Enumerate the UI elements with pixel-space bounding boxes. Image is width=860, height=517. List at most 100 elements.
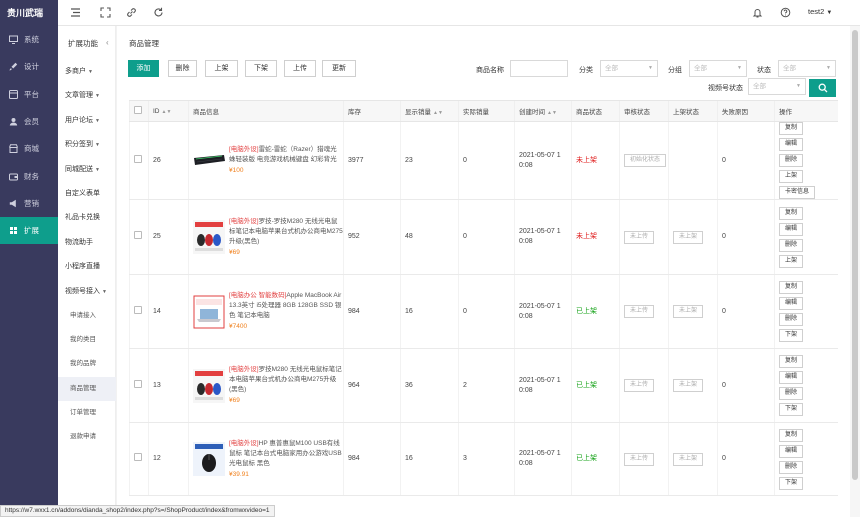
shelf-cell: 未上架 xyxy=(668,422,718,496)
row-action-button[interactable]: 删除 xyxy=(779,154,804,167)
off-shelf-button[interactable]: 下架 xyxy=(245,60,277,77)
row-action-button[interactable]: 编辑 xyxy=(779,371,804,384)
row-action-button[interactable]: 编辑 xyxy=(779,222,804,236)
row-action-button[interactable]: 复制 xyxy=(779,206,804,220)
status-cell: 已上架 xyxy=(571,422,620,496)
submenu-child-3[interactable]: 商品管理 xyxy=(58,376,116,401)
sort-icon[interactable]: ▲▼ xyxy=(433,110,443,116)
select-all-cell[interactable] xyxy=(129,100,149,122)
refresh-icon[interactable] xyxy=(153,7,164,18)
product-thumbnail[interactable] xyxy=(193,368,225,403)
header-actual-sales: 实际销量 xyxy=(458,100,515,122)
submenu-child-0[interactable]: 申请接入 xyxy=(58,304,116,328)
row-action-button[interactable]: 下架 xyxy=(779,476,804,490)
submenu-item-7[interactable]: 物流助手 xyxy=(58,231,116,255)
row-select-cell[interactable] xyxy=(129,121,149,200)
row-checkbox[interactable] xyxy=(134,379,142,388)
on-shelf-button[interactable]: 上架 xyxy=(205,60,238,77)
row-action-button[interactable]: 编辑 xyxy=(779,444,804,458)
sidebar-item-7[interactable]: 扩展 xyxy=(0,217,58,245)
add-button[interactable]: 添加 xyxy=(128,60,159,77)
header-created[interactable]: 创建时间 ▲▼ xyxy=(514,100,572,122)
submenu-child-4[interactable]: 订单管理 xyxy=(58,401,116,425)
sidebar-item-6[interactable]: 营销 xyxy=(0,190,58,217)
sidebar-item-3[interactable]: 会员 xyxy=(0,108,58,135)
fullscreen-icon[interactable] xyxy=(100,7,111,18)
upload-button[interactable]: 上传 xyxy=(284,60,316,77)
sidebar-item-5[interactable]: 财务 xyxy=(0,162,58,189)
submenu-header: 扩展功能 ‹ xyxy=(58,26,116,58)
product-thumbnail[interactable] xyxy=(193,220,225,254)
caret-down-icon: ▼ xyxy=(102,288,107,295)
extension-icon xyxy=(9,226,18,235)
menu-toggle-icon[interactable] xyxy=(70,7,81,18)
row-action-button[interactable]: 删除 xyxy=(779,387,804,400)
submenu-child-5[interactable]: 退款申请 xyxy=(58,425,116,449)
group-select[interactable]: 全部 ▼ xyxy=(689,60,747,77)
submenu-item-4[interactable]: 同城配送 ▼ xyxy=(58,158,116,182)
select-all-checkbox[interactable] xyxy=(134,106,142,114)
search-button[interactable] xyxy=(809,79,836,97)
row-action-button[interactable]: 编辑 xyxy=(779,297,804,310)
sort-icon[interactable]: ▲▼ xyxy=(547,110,557,116)
row-action-button[interactable]: 复制 xyxy=(779,355,804,368)
delete-button[interactable]: 删除 xyxy=(168,60,197,77)
header-id[interactable]: ID ▲▼ xyxy=(148,100,189,122)
row-action-button[interactable]: 下架 xyxy=(779,329,804,342)
audit-cell: 未上传 xyxy=(619,274,669,349)
category-select[interactable]: 全部 ▼ xyxy=(600,60,658,77)
row-checkbox[interactable] xyxy=(134,305,142,314)
row-checkbox[interactable] xyxy=(134,154,142,163)
submenu-item-3[interactable]: 积分签到 ▼ xyxy=(58,133,116,157)
sort-icon[interactable]: ▲▼ xyxy=(162,109,172,115)
row-action-button[interactable]: 编辑 xyxy=(779,138,804,151)
scrollbar-thumb[interactable] xyxy=(852,30,858,480)
row-checkbox[interactable] xyxy=(134,231,142,239)
row-select-cell[interactable] xyxy=(129,199,149,275)
row-action-button[interactable]: 下架 xyxy=(779,403,804,416)
link-icon[interactable] xyxy=(126,7,137,18)
submenu-child-2[interactable]: 我的品牌 xyxy=(58,352,116,376)
sidebar-item-4[interactable]: 商城 xyxy=(0,135,58,162)
row-select-cell[interactable] xyxy=(129,348,149,423)
collapse-chevron-icon[interactable]: ‹ xyxy=(106,38,109,47)
submenu-item-2[interactable]: 用户论坛 ▼ xyxy=(58,109,116,133)
bell-icon[interactable] xyxy=(752,7,763,18)
video-status-select[interactable]: 全部 ▼ xyxy=(748,78,806,95)
shelf-status-badge: 未上架 xyxy=(673,452,704,466)
product-thumbnail[interactable] xyxy=(193,143,225,178)
row-select-cell[interactable] xyxy=(129,274,149,349)
submenu-item-9[interactable]: 视频号接入 ▼ xyxy=(58,280,116,304)
goods-info: [电脑外设]罗技M280 无线光电鼠标笔记本电脑苹果台式机办公商电M275升级(… xyxy=(193,365,343,406)
update-button[interactable]: 更新 xyxy=(322,60,356,77)
row-select-cell[interactable] xyxy=(129,422,149,496)
row-action-button[interactable]: 上架 xyxy=(779,254,804,268)
sidebar-item-2[interactable]: 平台 xyxy=(0,81,58,108)
submenu-item-0[interactable]: 多商户 ▼ xyxy=(58,60,116,84)
submenu-item-label: 自定义表单 xyxy=(65,190,100,197)
submenu-item-6[interactable]: 礼品卡兑换 xyxy=(58,206,116,230)
submenu-item-8[interactable]: 小程序直播 xyxy=(58,255,116,279)
row-action-button[interactable]: 删除 xyxy=(779,460,804,474)
submenu-child-1[interactable]: 我的类目 xyxy=(58,328,116,352)
user-menu[interactable]: test2 ▼ xyxy=(808,7,832,16)
sidebar-item-0[interactable]: 系统 xyxy=(0,26,58,53)
product-thumbnail[interactable] xyxy=(193,442,225,476)
row-action-button[interactable]: 复制 xyxy=(779,281,804,294)
status-select[interactable]: 全部 ▼ xyxy=(778,60,836,77)
product-thumbnail[interactable] xyxy=(193,294,225,329)
row-action-button[interactable]: 删除 xyxy=(779,313,804,326)
submenu-item-1[interactable]: 文章管理 ▼ xyxy=(58,84,116,108)
row-checkbox[interactable] xyxy=(134,453,142,461)
row-action-button[interactable]: 上架 xyxy=(779,170,804,183)
submenu-item-5[interactable]: 自定义表单 xyxy=(58,182,116,206)
header-display-sales[interactable]: 显示销量 ▲▼ xyxy=(400,100,459,122)
row-action-button[interactable]: 复制 xyxy=(779,428,804,442)
row-action-button[interactable]: 卡密信息 xyxy=(779,186,816,199)
submenu-item-label: 文章管理 xyxy=(65,92,93,100)
help-icon[interactable] xyxy=(780,7,791,18)
row-action-button[interactable]: 复制 xyxy=(779,122,804,135)
name-filter-input[interactable] xyxy=(510,60,568,77)
row-action-button[interactable]: 删除 xyxy=(779,238,804,252)
sidebar-item-1[interactable]: 设计 xyxy=(0,53,58,80)
